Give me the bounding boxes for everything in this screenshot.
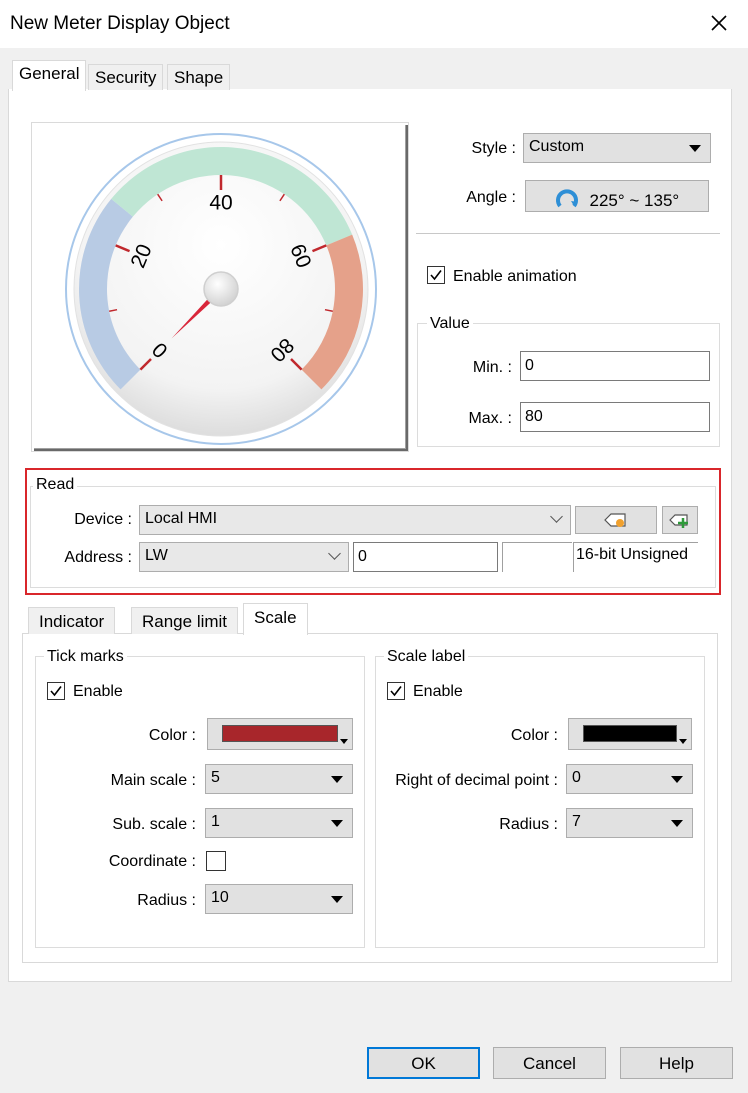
ok-button[interactable]: OK xyxy=(367,1047,480,1079)
max-input[interactable]: 80 xyxy=(520,402,710,432)
coordinate-checkbox[interactable] xyxy=(206,851,226,871)
decimal-point-value: 0 xyxy=(572,769,581,786)
meter-hub xyxy=(203,271,239,307)
meter-gauge: 020406080 xyxy=(65,133,377,445)
address-label: Address : xyxy=(64,549,132,566)
read-group xyxy=(30,486,716,588)
chevron-down-icon xyxy=(331,776,343,783)
meter-tick-label: 40 xyxy=(209,192,232,215)
min-label: Min. : xyxy=(472,359,512,376)
tab-shape[interactable]: Shape xyxy=(167,64,231,90)
tick-marks-title: Tick marks xyxy=(44,648,127,666)
scale-label-enable-checkbox[interactable] xyxy=(387,682,405,700)
tick-marks-enable-label: Enable xyxy=(73,683,123,700)
min-input[interactable]: 0 xyxy=(520,351,710,381)
sub-scale-label: Sub. scale : xyxy=(112,816,196,833)
subtab-range-limit[interactable]: Range limit xyxy=(131,607,239,634)
style-value: Custom xyxy=(529,138,585,155)
main-scale-value: 5 xyxy=(211,769,220,786)
tick-color-button[interactable] xyxy=(207,718,353,750)
tag-icon xyxy=(603,513,629,534)
angle-value: 225° ~ 135° xyxy=(589,191,680,210)
add-tag-icon xyxy=(668,514,692,534)
device-select[interactable]: Local HMI xyxy=(139,505,571,535)
coordinate-label: Coordinate : xyxy=(108,853,196,870)
angle-button[interactable]: 225° ~ 135° xyxy=(525,180,709,212)
data-format-field: 16-bit Unsigned xyxy=(573,542,698,572)
add-tag-button[interactable] xyxy=(662,506,698,534)
address-type-value: LW xyxy=(145,547,168,564)
scale-label-color-label: Color : xyxy=(510,727,558,744)
close-icon[interactable] xyxy=(706,10,732,36)
chevron-down-icon xyxy=(340,739,348,744)
address-input[interactable]: 0 xyxy=(353,542,498,572)
chevron-down-icon xyxy=(331,820,343,827)
meter-preview: 0 20 40 60 80 xyxy=(32,123,408,451)
chevron-down-icon xyxy=(689,145,701,152)
scale-label-radius-label: Radius : xyxy=(499,816,558,833)
cancel-button[interactable]: Cancel xyxy=(493,1047,606,1079)
scale-label-title: Scale label xyxy=(384,648,469,666)
tick-radius-value: 10 xyxy=(211,889,229,906)
scale-label-radius-select[interactable]: 7 xyxy=(566,808,693,838)
chevron-down-icon xyxy=(331,896,343,903)
tab-security[interactable]: Security xyxy=(88,64,164,90)
help-button[interactable]: Help xyxy=(620,1047,733,1079)
chevron-down-icon xyxy=(550,510,563,523)
subtab-indicator[interactable]: Indicator xyxy=(28,607,116,634)
max-label: Max. : xyxy=(468,410,512,427)
address-type-select[interactable]: LW xyxy=(139,542,349,572)
separator xyxy=(416,233,720,234)
scale-label-enable-label: Enable xyxy=(413,683,463,700)
decimal-point-label: Right of decimal point : xyxy=(395,772,558,789)
tick-radius-label: Radius : xyxy=(137,892,196,909)
angle-label: Angle : xyxy=(466,189,516,206)
device-label: Device : xyxy=(74,511,132,528)
device-settings-button[interactable] xyxy=(575,506,657,534)
scale-label-radius-value: 7 xyxy=(572,813,581,830)
chevron-down-icon xyxy=(328,547,341,560)
chevron-down-icon xyxy=(671,776,683,783)
decimal-point-select[interactable]: 0 xyxy=(566,764,693,794)
chevron-down-icon xyxy=(671,820,683,827)
main-scale-label: Main scale : xyxy=(110,772,196,789)
sub-scale-value: 1 xyxy=(211,813,220,830)
value-group-title: Value xyxy=(427,315,473,333)
style-label: Style : xyxy=(471,140,516,157)
tick-radius-select[interactable]: 10 xyxy=(205,884,353,914)
style-select[interactable]: Custom xyxy=(523,133,711,163)
scale-label-color-swatch xyxy=(583,725,677,742)
scale-label-color-button[interactable] xyxy=(568,718,692,750)
read-group-title: Read xyxy=(33,476,78,494)
tick-color-swatch xyxy=(222,725,338,742)
device-value: Local HMI xyxy=(145,510,218,527)
window-title: New Meter Display Object xyxy=(10,13,230,34)
tick-color-label: Color : xyxy=(148,727,196,744)
enable-animation-checkbox[interactable] xyxy=(427,266,445,284)
sub-scale-select[interactable]: 1 xyxy=(205,808,353,838)
tab-general[interactable]: General xyxy=(12,60,87,91)
rotation-arc-icon xyxy=(555,187,581,216)
chevron-down-icon xyxy=(679,739,687,744)
tick-marks-enable-checkbox[interactable] xyxy=(47,682,65,700)
main-scale-select[interactable]: 5 xyxy=(205,764,353,794)
subtab-scale[interactable]: Scale xyxy=(243,603,308,635)
address-extra-field xyxy=(502,542,572,572)
enable-animation-label: Enable animation xyxy=(453,268,577,285)
